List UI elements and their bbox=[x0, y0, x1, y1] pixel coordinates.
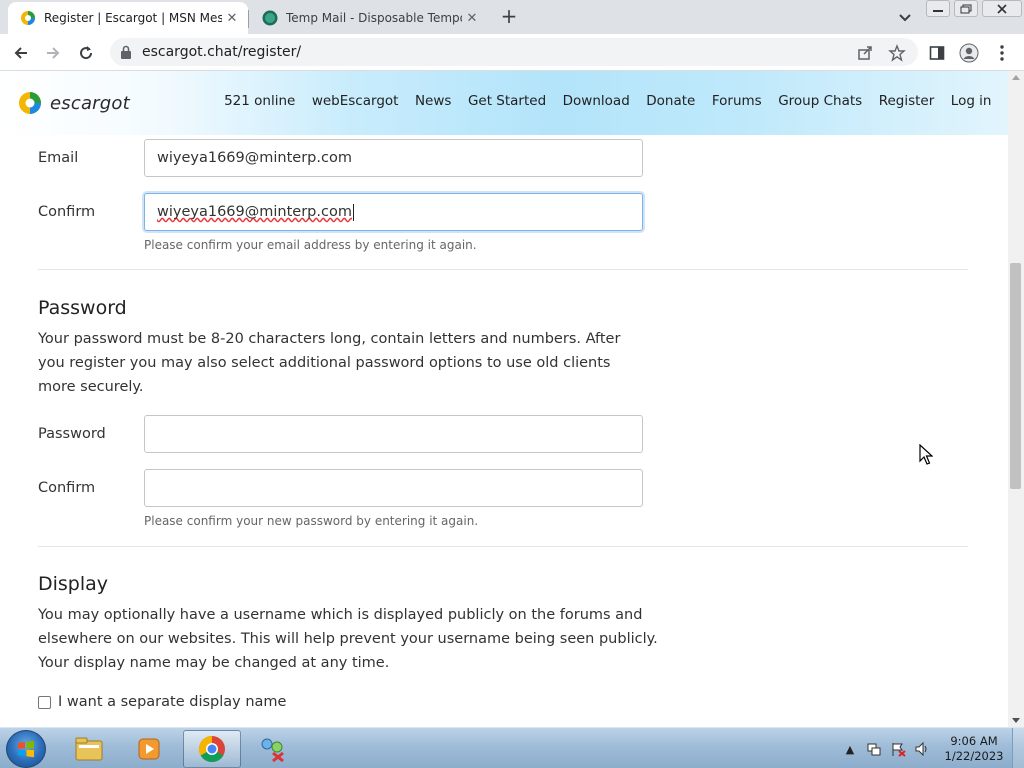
password-label: Password bbox=[38, 426, 106, 442]
reload-icon[interactable] bbox=[75, 42, 97, 64]
email-label: Email bbox=[38, 150, 79, 166]
taskbar-chrome[interactable] bbox=[183, 730, 241, 768]
tab-title: Register | Escargot | MSN Messe bbox=[44, 11, 222, 25]
network-tray-icon[interactable] bbox=[866, 741, 882, 757]
start-button[interactable] bbox=[6, 730, 46, 768]
restore-window-icon[interactable] bbox=[954, 0, 978, 17]
tab-title: Temp Mail - Disposable Tempora bbox=[286, 11, 462, 25]
folder-icon bbox=[75, 737, 103, 761]
side-panel-icon[interactable] bbox=[927, 43, 947, 63]
clock-date: 1/22/2023 bbox=[944, 749, 1004, 763]
taskbar-media-player[interactable] bbox=[120, 730, 178, 768]
tab-strip: Register | Escargot | MSN Messe ✕ Temp M… bbox=[0, 0, 1024, 34]
close-tab-icon[interactable]: ✕ bbox=[222, 11, 242, 26]
windows-taskbar: ▲ 9:06 AM 1/22/2023 bbox=[0, 727, 1024, 768]
confirm-password-input[interactable] bbox=[144, 469, 643, 507]
password-description: Your password must be 8-20 characters lo… bbox=[38, 331, 621, 395]
confirm-email-help: Please confirm your email address by ent… bbox=[144, 238, 477, 252]
escargot-logo-icon bbox=[19, 92, 41, 114]
site-logo[interactable]: escargot bbox=[18, 89, 130, 117]
site-nav: 521 online webEscargot News Get Started … bbox=[224, 93, 1008, 109]
taskbar-clock[interactable]: 9:06 AM 1/22/2023 bbox=[938, 734, 1010, 764]
confirm-password-help: Please confirm your new password by ente… bbox=[144, 514, 479, 528]
scroll-up-arrow-icon[interactable] bbox=[1012, 75, 1020, 80]
show-desktop-button[interactable] bbox=[1012, 728, 1024, 768]
temp-mail-favicon-icon bbox=[262, 10, 278, 26]
system-tray: ▲ bbox=[842, 736, 938, 762]
close-window-icon[interactable] bbox=[982, 0, 1022, 17]
email-input[interactable]: wiyeya1669@minterp.com bbox=[144, 139, 643, 177]
tab-temp-mail[interactable]: Temp Mail - Disposable Tempora ✕ bbox=[250, 2, 488, 34]
password-heading: Password bbox=[38, 297, 127, 319]
kebab-menu-icon[interactable] bbox=[992, 43, 1012, 63]
password-input[interactable] bbox=[144, 415, 643, 453]
site-header: escargot 521 online webEscargot News Get… bbox=[0, 71, 1008, 135]
section-divider bbox=[38, 546, 968, 547]
bookmark-star-icon[interactable] bbox=[888, 44, 906, 62]
confirm-email-input-value: wiyeya1669@minterp.com bbox=[157, 204, 352, 220]
action-center-flag-icon[interactable] bbox=[890, 741, 906, 757]
display-name-checkbox-label: I want a separate display name bbox=[58, 694, 287, 710]
section-divider bbox=[38, 269, 968, 270]
chevron-down-icon[interactable] bbox=[896, 8, 914, 26]
taskbar-file-explorer[interactable] bbox=[60, 730, 118, 768]
tab-register[interactable]: Register | Escargot | MSN Messe ✕ bbox=[8, 2, 248, 34]
escargot-favicon-icon bbox=[21, 11, 35, 25]
confirm-email-label: Confirm bbox=[38, 204, 96, 220]
nav-download[interactable]: Download bbox=[563, 93, 630, 109]
windows-logo-icon bbox=[18, 740, 34, 758]
page-viewport: escargot 521 online webEscargot News Get… bbox=[0, 71, 1008, 727]
text-caret bbox=[352, 203, 354, 221]
network-people-icon bbox=[261, 738, 284, 763]
display-heading: Display bbox=[38, 573, 109, 595]
logo-text: escargot bbox=[50, 92, 130, 114]
nav-online-count[interactable]: 521 online bbox=[224, 93, 295, 109]
nav-log-in[interactable]: Log in bbox=[951, 93, 992, 109]
display-description: You may optionally have a username which… bbox=[38, 607, 658, 671]
media-player-icon bbox=[138, 738, 160, 760]
close-tab-icon[interactable]: ✕ bbox=[462, 11, 482, 26]
taskbar-network-app[interactable] bbox=[243, 730, 301, 768]
nav-register[interactable]: Register bbox=[879, 93, 935, 109]
page-scrollbar[interactable] bbox=[1008, 71, 1024, 727]
share-icon[interactable] bbox=[856, 44, 874, 62]
address-bar[interactable]: escargot.chat/register/ bbox=[110, 38, 918, 66]
url-text: escargot.chat/register/ bbox=[142, 44, 302, 60]
clock-time: 9:06 AM bbox=[950, 734, 998, 748]
profile-avatar-icon[interactable] bbox=[959, 43, 979, 63]
browser-toolbar: escargot.chat/register/ bbox=[0, 34, 1024, 71]
email-input-value: wiyeya1669@minterp.com bbox=[157, 150, 352, 166]
chrome-icon bbox=[198, 735, 225, 763]
lock-icon[interactable] bbox=[120, 45, 132, 59]
mouse-pointer-icon bbox=[919, 444, 933, 465]
volume-speaker-icon[interactable] bbox=[914, 741, 930, 757]
confirm-password-label: Confirm bbox=[38, 480, 96, 496]
nav-news[interactable]: News bbox=[415, 93, 451, 109]
scroll-down-arrow-icon[interactable] bbox=[1012, 718, 1020, 723]
nav-donate[interactable]: Donate bbox=[646, 93, 695, 109]
window-controls bbox=[926, 0, 1024, 18]
nav-forums[interactable]: Forums bbox=[712, 93, 762, 109]
nav-get-started[interactable]: Get Started bbox=[468, 93, 546, 109]
back-arrow-icon[interactable] bbox=[10, 42, 32, 64]
tab-separator bbox=[248, 10, 249, 28]
nav-webescargot[interactable]: webEscargot bbox=[312, 93, 399, 109]
forward-arrow-icon[interactable] bbox=[42, 42, 64, 64]
display-name-checkbox-row[interactable]: I want a separate display name bbox=[38, 694, 286, 710]
new-tab-plus-icon[interactable]: + bbox=[498, 6, 520, 28]
minimize-window-icon[interactable] bbox=[926, 0, 950, 17]
confirm-email-input[interactable]: wiyeya1669@minterp.com bbox=[144, 193, 643, 231]
display-name-checkbox[interactable] bbox=[38, 695, 51, 709]
scrollbar-thumb[interactable] bbox=[1010, 263, 1021, 489]
nav-group-chats[interactable]: Group Chats bbox=[778, 93, 862, 109]
show-hidden-icons-icon[interactable]: ▲ bbox=[842, 741, 858, 757]
